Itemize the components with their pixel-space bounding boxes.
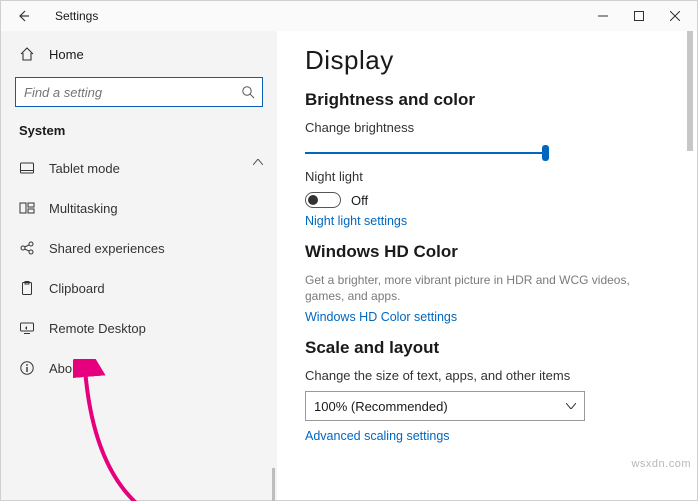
- settings-window: Settings Home: [0, 0, 698, 501]
- remote-icon: [19, 320, 41, 336]
- change-brightness-label: Change brightness: [305, 120, 697, 135]
- window-title: Settings: [55, 9, 98, 23]
- search-input[interactable]: [16, 85, 234, 100]
- clipboard-icon: [19, 280, 41, 296]
- about-icon: [19, 360, 41, 376]
- toggle-knob: [308, 195, 318, 205]
- scrollbar-thumb[interactable]: [687, 31, 693, 151]
- sidebar-item-label: About: [49, 361, 83, 376]
- maximize-button[interactable]: [621, 2, 657, 30]
- back-button[interactable]: [9, 2, 37, 30]
- nav-list: Tablet mode Multitasking Shared experien…: [1, 148, 277, 500]
- sidebar-item-multitasking[interactable]: Multitasking: [1, 188, 277, 228]
- sidebar-item-label: Multitasking: [49, 201, 118, 216]
- sidebar-item-label: Clipboard: [49, 281, 105, 296]
- sidebar-item-clipboard[interactable]: Clipboard: [1, 268, 277, 308]
- scale-value: 100% (Recommended): [314, 399, 448, 414]
- nightlight-settings-link[interactable]: Night light settings: [305, 214, 697, 228]
- body: Home System Tablet mode: [1, 31, 697, 500]
- sidebar: Home System Tablet mode: [1, 31, 277, 500]
- sidebar-item-tablet-mode[interactable]: Tablet mode: [1, 148, 277, 188]
- arrow-left-icon: [16, 9, 30, 23]
- hdcolor-desc: Get a brighter, more vibrant picture in …: [305, 272, 645, 304]
- nightlight-label: Night light: [305, 169, 697, 184]
- category-header: System: [1, 119, 277, 148]
- page-title: Display: [305, 45, 697, 76]
- multitask-icon: [19, 200, 41, 216]
- nightlight-toggle[interactable]: [305, 192, 341, 208]
- chevron-down-icon: [566, 403, 576, 409]
- home-icon: [19, 46, 41, 62]
- sidebar-item-about[interactable]: About: [1, 348, 277, 388]
- tablet-icon: [19, 160, 41, 176]
- hdcolor-settings-link[interactable]: Windows HD Color settings: [305, 310, 697, 324]
- share-icon: [19, 240, 41, 256]
- titlebar: Settings: [1, 1, 697, 31]
- nightlight-state: Off: [351, 193, 368, 208]
- chevron-up-icon: [253, 159, 263, 165]
- scale-dropdown[interactable]: 100% (Recommended): [305, 391, 585, 421]
- sidebar-item-shared-experiences[interactable]: Shared experiences: [1, 228, 277, 268]
- scroll-up-button[interactable]: [249, 148, 267, 176]
- sidebar-scrollbar[interactable]: [272, 468, 275, 501]
- minimize-button[interactable]: [585, 2, 621, 30]
- watermark: wsxdn.com: [631, 458, 691, 470]
- slider-thumb[interactable]: [542, 145, 549, 161]
- sidebar-item-label: Remote Desktop: [49, 321, 146, 336]
- home-nav[interactable]: Home: [1, 37, 277, 71]
- sidebar-item-remote-desktop[interactable]: Remote Desktop: [1, 308, 277, 348]
- search-icon: [234, 85, 262, 99]
- brightness-heading: Brightness and color: [305, 90, 697, 110]
- scale-heading: Scale and layout: [305, 338, 697, 358]
- hdcolor-heading: Windows HD Color: [305, 242, 697, 262]
- sidebar-item-label: Tablet mode: [49, 161, 120, 176]
- advanced-scaling-link[interactable]: Advanced scaling settings: [305, 429, 697, 443]
- main-content: Display Brightness and color Change brig…: [277, 31, 697, 500]
- minimize-icon: [598, 11, 608, 21]
- home-label: Home: [49, 47, 84, 62]
- search-box[interactable]: [15, 77, 263, 107]
- window-controls: [585, 2, 693, 30]
- nightlight-toggle-row: Off: [305, 192, 697, 208]
- maximize-icon: [634, 11, 644, 21]
- slider-track: [305, 152, 545, 154]
- close-button[interactable]: [657, 2, 693, 30]
- sidebar-item-label: Shared experiences: [49, 241, 165, 256]
- close-icon: [670, 11, 680, 21]
- main-scrollbar[interactable]: [685, 31, 695, 500]
- brightness-slider[interactable]: [305, 143, 545, 163]
- scale-change-label: Change the size of text, apps, and other…: [305, 368, 697, 383]
